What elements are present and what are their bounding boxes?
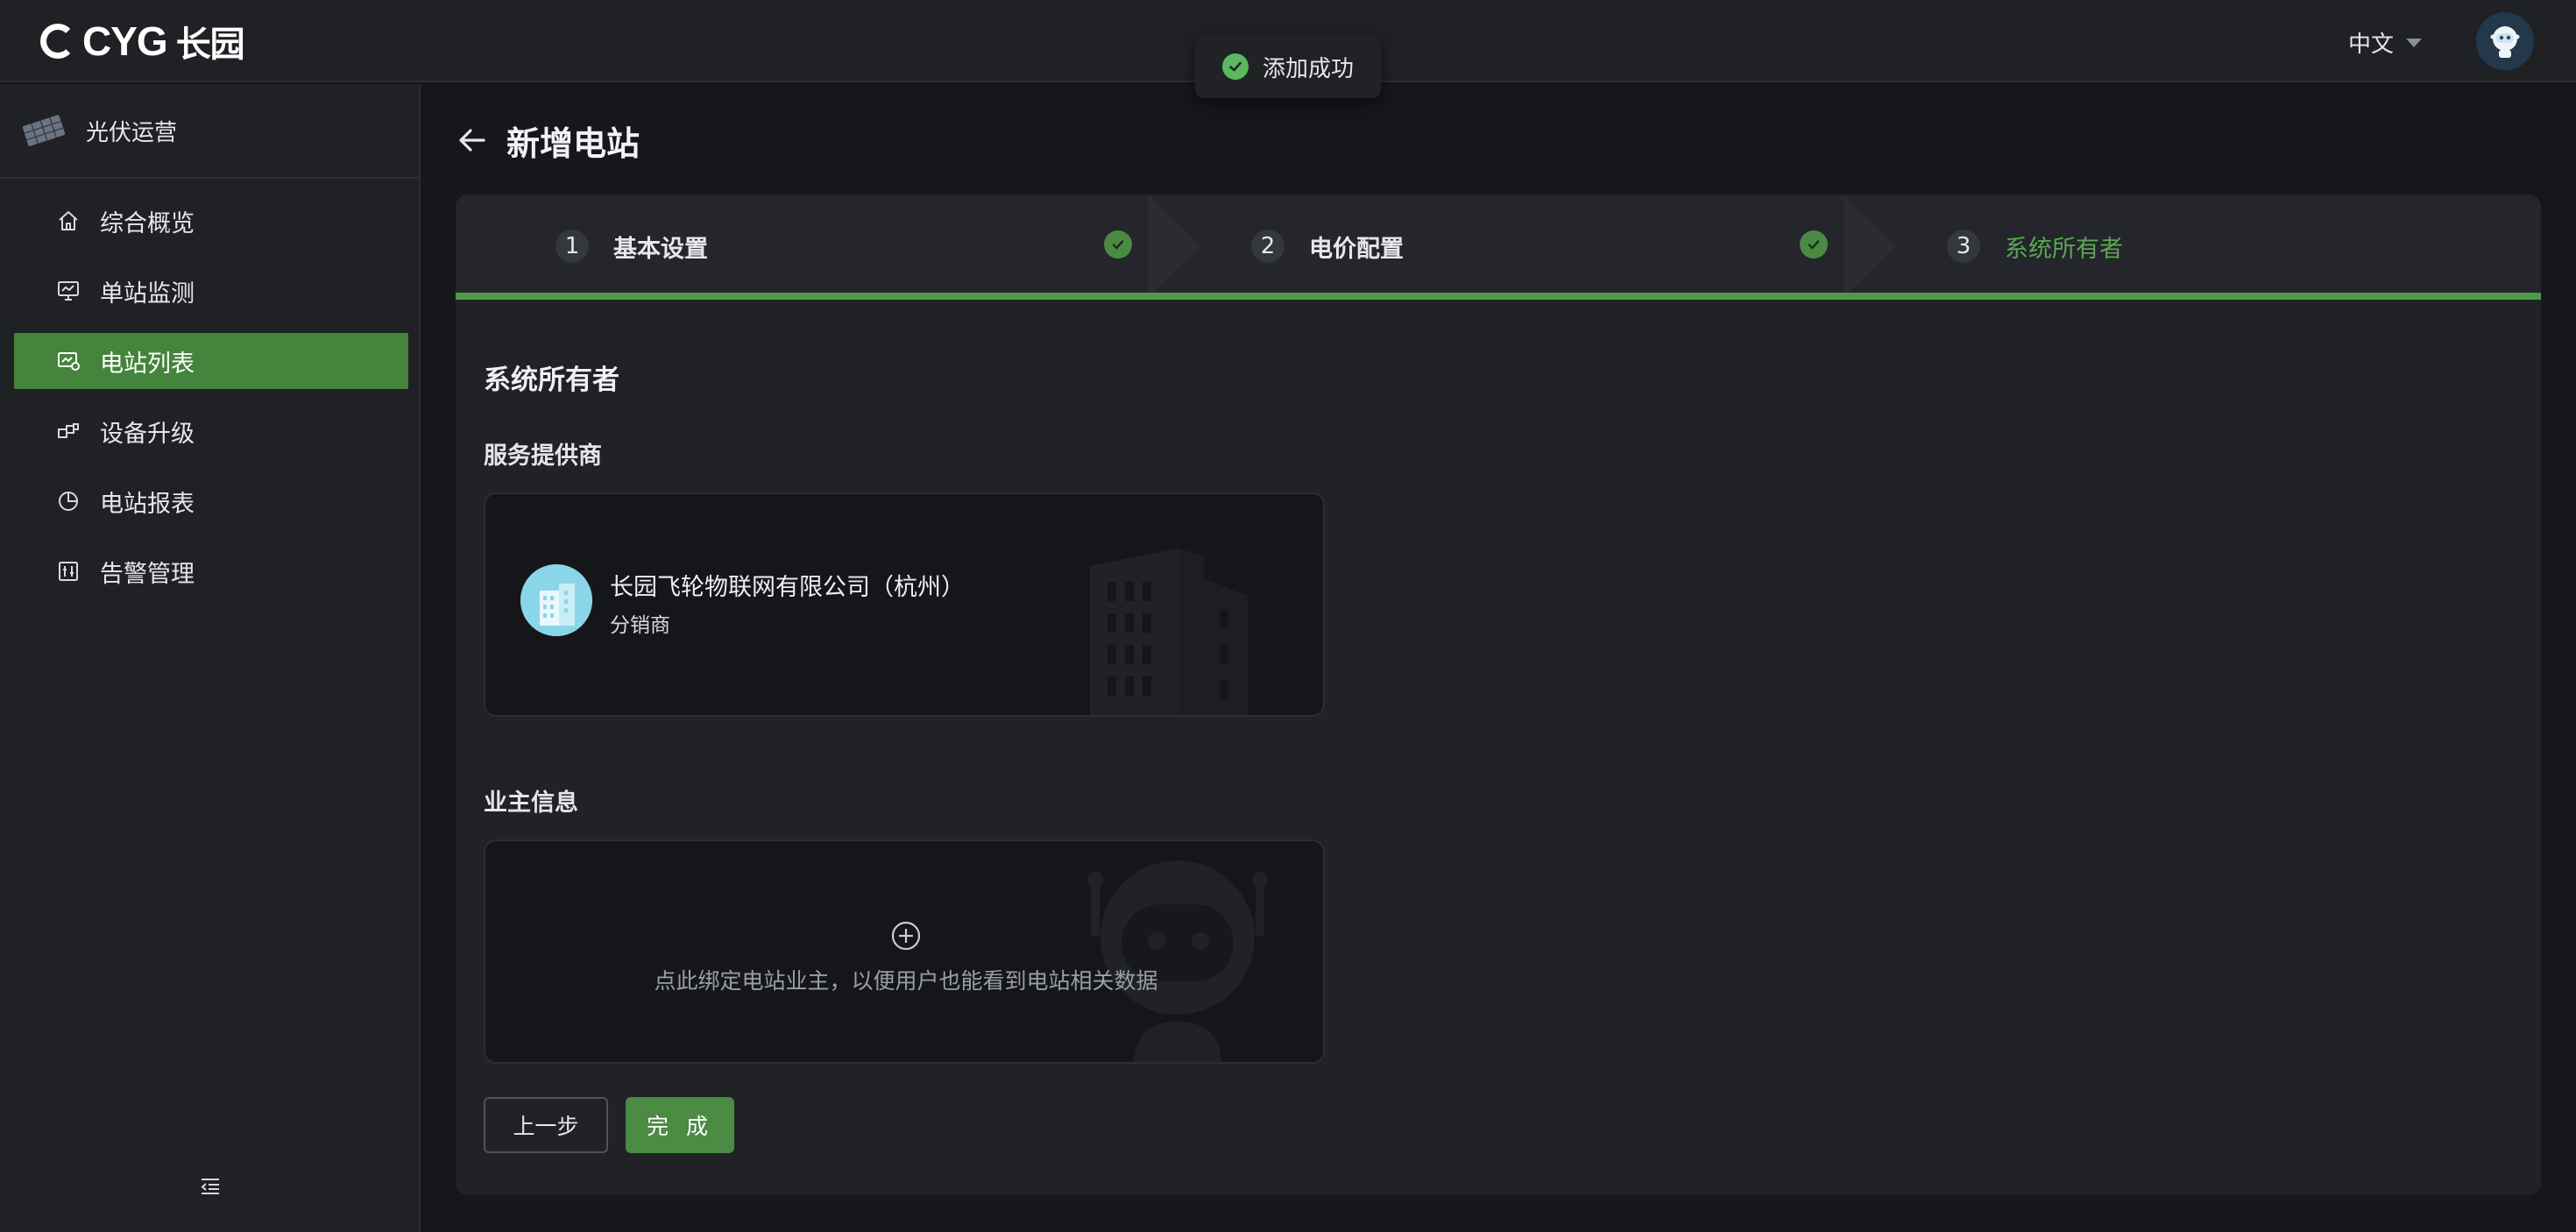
building-watermark-icon [1090,549,1248,715]
sidebar-item-label: 综合概览 [100,209,195,237]
plus-circle-icon [891,921,921,951]
step-system-owner[interactable]: 3 系统所有者 [1947,226,2123,266]
caret-down-icon [2406,39,2423,47]
bind-owner-area[interactable]: 点此绑定电站业主，以便用户也能看到电站相关数据 [484,839,1325,1064]
pie-report-icon [59,492,78,511]
step-done-check-icon [1800,230,1828,258]
step-divider-chevron [1148,195,1200,298]
brand-logo[interactable]: CYG 长园 [40,18,245,65]
sidebar-app-title: 光伏运营 [0,84,419,179]
monitor-icon [58,281,79,301]
user-avatar[interactable] [2476,12,2534,70]
home-icon [59,211,78,230]
provider-type: 分销商 [610,614,670,637]
sidebar-item-alarm-management[interactable]: 告警管理 [14,543,408,599]
step-number: 2 [1251,230,1284,263]
back-arrow-icon[interactable] [456,124,489,157]
sidebar-item-label: 电站列表 [100,350,195,378]
page-title: 新增电站 [456,114,640,166]
language-select[interactable]: 中文 [2348,23,2423,61]
step-label: 电价配置 [1309,235,1404,263]
sidebar-item-label: 电站报表 [100,490,195,518]
building-icon [520,564,592,636]
step-indicator: 1 基本设置 2 电价配置 3 系统所有者 [456,195,2541,300]
sidebar-item-station-list[interactable]: 电站列表 [14,333,408,389]
step-number: 3 [1947,230,1980,263]
step-done-check-icon [1104,230,1132,258]
sidebar-item-station-report[interactable]: 电站报表 [14,473,408,529]
robot-avatar-icon [2490,26,2520,58]
step-divider-chevron [1844,195,1896,298]
form-card: 1 基本设置 2 电价配置 3 系统所有者 系统所有者 服务提供商 长园飞轮物联… [456,195,2541,1195]
owner-hint: 点此绑定电站业主，以便用户也能看到电站相关数据 [654,968,1158,994]
sidebar-item-label: 单站监测 [100,280,195,308]
logo-c-mark [40,24,75,59]
step-price-config[interactable]: 2 电价配置 [1251,226,1404,266]
sidebar-item-single-station[interactable]: 单站监测 [14,263,408,319]
robot-watermark-icon [1087,860,1268,1062]
sidebar-item-overview[interactable]: 综合概览 [14,193,408,249]
provider-card: 长园飞轮物联网有限公司（杭州） 分销商 [484,492,1325,717]
collapse-menu-icon[interactable] [198,1174,223,1199]
sidebar-nav: 综合概览 单站监测 电站列表 设备升级 电站报表 告警管理 [14,193,408,613]
provider-name: 长园飞轮物联网有限公司（杭州） [610,574,965,601]
finish-button[interactable]: 完 成 [626,1097,734,1153]
station-list-icon [58,352,80,371]
company-logo [520,564,592,636]
step-label: 系统所有者 [2005,235,2123,263]
step-label: 基本设置 [613,235,708,263]
step-progress-bar [456,293,2541,300]
toast-message: 添加成功 [1262,55,1354,82]
success-toast: 添加成功 [1195,35,1381,98]
sidebar-item-device-upgrade[interactable]: 设备升级 [14,403,408,459]
logo-cn-text: 长园 [175,25,245,64]
alarm-sliders-icon [59,562,78,581]
sidebar: 光伏运营 综合概览 单站监测 电站列表 设备升级 电站报表 告警管理 [0,84,421,1232]
page-title-text: 新增电站 [506,124,640,163]
language-label: 中文 [2348,31,2395,58]
provider-label: 服务提供商 [484,443,602,470]
previous-step-button[interactable]: 上一步 [484,1097,608,1153]
device-upgrade-icon [58,423,79,438]
owner-label: 业主信息 [484,789,578,817]
solar-panel-icon [22,115,66,146]
check-circle-icon [1221,53,1249,80]
step-number: 1 [556,230,589,263]
app-name: 光伏运营 [86,119,178,146]
step-basic-settings[interactable]: 1 基本设置 [556,226,708,266]
logo-text: CYG [82,18,168,64]
sidebar-item-label: 告警管理 [100,560,195,588]
sidebar-item-label: 设备升级 [100,420,195,448]
section-title: 系统所有者 [484,365,619,396]
